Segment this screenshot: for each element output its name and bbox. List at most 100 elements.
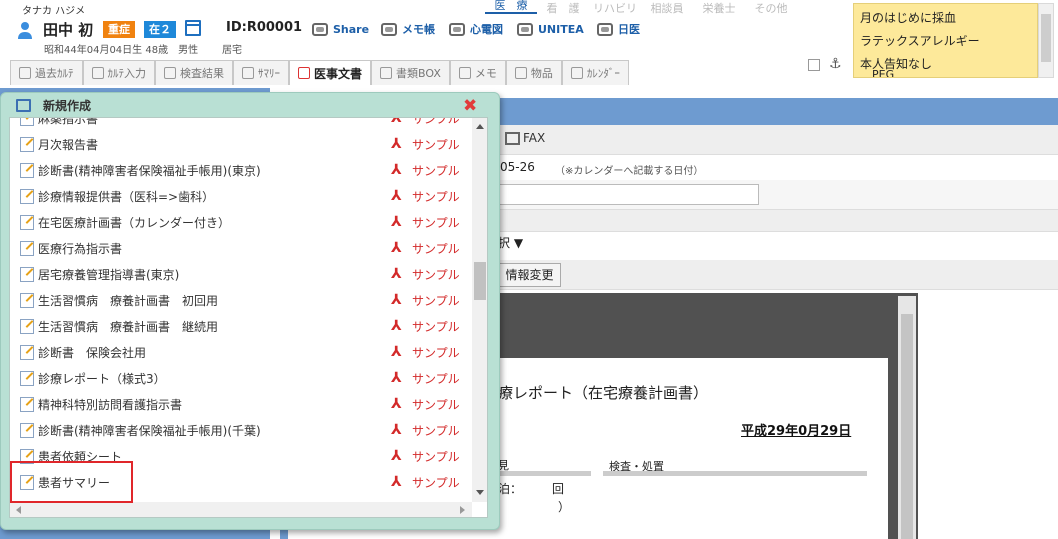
list-item[interactable]: 精神科特別訪問看護指示書 ⅄ サンプル <box>10 391 472 417</box>
nichii-icon <box>597 22 613 36</box>
list-item[interactable]: 診断書 保険会社用 ⅄ サンプル <box>10 339 472 365</box>
pdf-icon: ⅄ <box>391 188 402 204</box>
sample-link[interactable]: サンプル <box>412 118 460 127</box>
fax-button[interactable]: FAX <box>505 131 545 145</box>
tab-iryo[interactable]: 医 療 <box>485 0 537 14</box>
document-icon <box>20 214 34 230</box>
list-item[interactable]: 診療情報提供書（医科=>歯科） ⅄ サンプル <box>10 183 472 209</box>
preview-scrollbar[interactable] <box>898 296 916 539</box>
patient-kana: タナカ ハジメ <box>22 6 86 17</box>
tab-nutrition[interactable]: 栄養士 <box>693 0 745 15</box>
tab-medical-documents[interactable]: 医事文書 <box>289 60 372 85</box>
tab-kango[interactable]: 看 護 <box>537 0 589 15</box>
tab-test-results[interactable]: 検査結果 <box>155 60 233 85</box>
scroll-left-icon[interactable] <box>16 506 21 514</box>
note-line: ラテックスアレルギー <box>860 34 980 48</box>
tab-other[interactable]: その他 <box>745 0 797 15</box>
main-tabbar: 過去ｶﾙﾃ ｶﾙﾃ入力 検査結果 ｻﾏﾘｰ 医事文書 書類BOX メモ 物品 ｶ… <box>10 60 629 85</box>
memo-button[interactable]: メモ帳 <box>381 20 435 38</box>
sample-link[interactable]: サンプル <box>412 448 460 465</box>
report-rule-right <box>603 471 867 476</box>
patient-notes: 月のはじめに採血 ラテックスアレルギー 本人告知なし PEG <box>853 3 1038 78</box>
nichii-button[interactable]: 日医 <box>597 20 640 38</box>
list-item[interactable]: 麻薬指示書 ⅄ サンプル <box>10 118 472 131</box>
ecg-button[interactable]: 心電図 <box>449 20 503 38</box>
sample-link[interactable]: サンプル <box>412 396 460 413</box>
memo-icon <box>381 22 397 36</box>
sample-link[interactable]: サンプル <box>412 188 460 205</box>
sample-link[interactable]: サンプル <box>412 370 460 387</box>
tab-memo[interactable]: メモ <box>449 60 506 85</box>
report-value: 泊： <box>498 482 523 496</box>
list-item[interactable]: 居宅療養管理指導書(東京) ⅄ サンプル <box>10 261 472 287</box>
share-button[interactable]: Share <box>312 20 369 38</box>
list-item[interactable]: 在宅医療計画書（カレンダー付き） ⅄ サンプル <box>10 209 472 235</box>
list-item[interactable]: 月次報告書 ⅄ サンプル <box>10 131 472 157</box>
chart-icon <box>19 67 31 79</box>
memo-icon <box>458 67 471 79</box>
window-icon[interactable] <box>185 20 201 36</box>
list-item[interactable]: 生活習慣病 療養計画書 初回用 ⅄ サンプル <box>10 287 472 313</box>
change-info-button[interactable]: 情報変更 <box>498 263 561 287</box>
list-item[interactable]: 診療レポート（様式3） ⅄ サンプル <box>10 365 472 391</box>
scroll-down-icon[interactable] <box>476 490 484 495</box>
sample-link[interactable]: サンプル <box>412 422 460 439</box>
tab-past-chart[interactable]: 過去ｶﾙﾃ <box>10 60 83 85</box>
pdf-icon: ⅄ <box>391 318 402 334</box>
patient-id: ID:R00001 <box>226 20 303 35</box>
tab-supplies[interactable]: 物品 <box>505 60 562 85</box>
severity-badge: 重症 <box>103 21 135 38</box>
sample-link[interactable]: サンプル <box>412 240 460 257</box>
dialog-header: 新規作成 <box>16 97 91 114</box>
sample-link[interactable]: サンプル <box>412 318 460 335</box>
scroll-right-icon[interactable] <box>460 506 465 514</box>
list-item[interactable]: 診断書(精神障害者保険福祉手帳用)(東京) ⅄ サンプル <box>10 157 472 183</box>
tab-summary[interactable]: ｻﾏﾘｰ <box>233 60 289 85</box>
document-icon <box>20 318 34 334</box>
list-item[interactable]: 生活習慣病 療養計画書 継続用 ⅄ サンプル <box>10 313 472 339</box>
sample-link[interactable]: サンプル <box>412 136 460 153</box>
list-item[interactable]: 診断書(精神障害者保険福祉手帳用)(千葉) ⅄ サンプル <box>10 417 472 443</box>
select-field[interactable]: 択 ▼ <box>498 234 523 251</box>
sample-link[interactable]: サンプル <box>412 474 460 491</box>
id-card-icon <box>242 67 254 79</box>
notes-scrollbar[interactable] <box>1038 3 1054 78</box>
sample-link[interactable]: サンプル <box>412 214 460 231</box>
scroll-up-icon[interactable] <box>476 124 484 129</box>
tab-document-box[interactable]: 書類BOX <box>371 60 450 85</box>
tab-chart-input[interactable]: ｶﾙﾃ入力 <box>82 60 155 85</box>
list-item[interactable]: 医療行為指示書 ⅄ サンプル <box>10 235 472 261</box>
sample-link[interactable]: サンプル <box>412 292 460 309</box>
shop-icon <box>514 67 527 79</box>
pdf-icon: ⅄ <box>391 370 402 386</box>
scroll-thumb[interactable] <box>474 262 486 300</box>
pdf-icon: ⅄ <box>391 448 402 464</box>
bar-chart-icon <box>164 67 176 79</box>
option-checkbox[interactable] <box>808 59 820 71</box>
unitea-button[interactable]: UNITEA <box>517 20 584 38</box>
home-care-badge: 在２ <box>144 21 176 38</box>
dialog-vertical-scrollbar[interactable] <box>472 118 487 502</box>
dialog-horizontal-scrollbar[interactable] <box>10 502 472 517</box>
tab-consult[interactable]: 相談員 <box>641 0 693 15</box>
document-icon <box>20 396 34 412</box>
pen-icon <box>91 67 104 79</box>
sample-link[interactable]: サンプル <box>412 344 460 361</box>
document-icon <box>20 266 34 282</box>
document-icon <box>20 136 34 152</box>
unitea-icon <box>517 22 533 36</box>
note-line: 月のはじめに採血 <box>860 11 957 25</box>
document-icon <box>20 162 34 178</box>
tab-rehab[interactable]: リハビリ <box>589 0 641 15</box>
date-field[interactable]: 05-26 <box>500 160 535 174</box>
close-icon[interactable]: ✖ <box>463 96 477 116</box>
text-input[interactable] <box>498 184 759 205</box>
tab-calendar[interactable]: ｶﾚﾝﾀﾞｰ <box>561 60 629 85</box>
report-title: 療レポート（在宅療養計画書） <box>498 384 709 402</box>
sample-link[interactable]: サンプル <box>412 162 460 179</box>
selection-highlight <box>10 461 133 503</box>
anchor-icon[interactable]: ⚓ <box>829 56 842 72</box>
document-icon <box>20 370 34 386</box>
sample-link[interactable]: サンプル <box>412 266 460 283</box>
role-tabs: 医 療 看 護 リハビリ 相談員 栄養士 その他 <box>485 0 797 15</box>
